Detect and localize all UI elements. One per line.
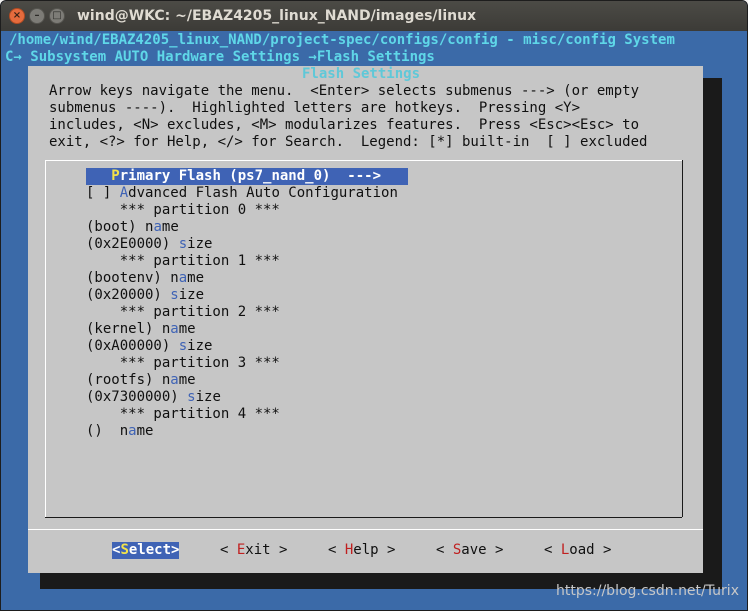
menu-item-partition-2-name[interactable]: (kernel) name: [86, 321, 196, 338]
partition-3-heading: *** partition 3 ***: [86, 355, 280, 371]
breadcrumb: C→ Subsystem AUTO Hardware Settings →Fla…: [5, 49, 435, 65]
window-titlebar: × – □ wind@WKC: ~/EBAZ4205_linux_NAND/im…: [1, 1, 747, 31]
help-text-line-3: includes, <N> excludes, <M> modularizes …: [49, 117, 640, 133]
item-hotkey: a: [178, 270, 188, 286]
help-button[interactable]: < Help >: [328, 542, 395, 559]
dialog-shadow-right: [703, 78, 722, 588]
item-label: n: [170, 270, 179, 286]
item-label: n: [119, 423, 129, 439]
item-label: dvanced Flash Auto Configuration: [128, 185, 398, 201]
item-hotkey: s: [187, 389, 196, 405]
item-value: (bootenv): [86, 270, 171, 286]
load-button[interactable]: < Load >: [544, 542, 611, 559]
listbox-border-right: [682, 160, 683, 517]
item-indent: [86, 168, 111, 184]
menu-item-partition-3-size[interactable]: (0x7300000) size: [86, 389, 221, 406]
menu-item-partition-1-name[interactable]: (bootenv) name: [86, 270, 204, 287]
item-hotkey: a: [170, 372, 179, 388]
save-button[interactable]: < Save >: [436, 542, 503, 559]
window-maximize-button[interactable]: □: [49, 8, 65, 24]
menu-listbox[interactable]: Primary Flash (ps7_nand_0) ---> [ ] Adva…: [45, 160, 683, 518]
item-label: ize: [178, 287, 205, 303]
help-text-line-4: exit, <?> for Help, </> for Search. Lege…: [49, 134, 648, 150]
config-path-header: /home/wind/EBAZ4205_linux_NAND/project-s…: [9, 32, 675, 48]
menu-item-partition-0-size[interactable]: (0x2E0000) size: [86, 236, 212, 253]
dialog-title: Flash Settings: [298, 66, 425, 83]
item-value: (rootfs): [86, 372, 162, 388]
partition-2-heading: *** partition 2 ***: [86, 304, 280, 320]
item-hotkey: a: [153, 219, 162, 235]
menu-item-partition-3-name[interactable]: (rootfs) name: [86, 372, 196, 389]
button-row-divider: [28, 529, 703, 530]
partition-1-heading: *** partition 1 ***: [86, 253, 280, 269]
item-label: rimary Flash (ps7_nand_0) --->: [119, 168, 382, 184]
menu-item-partition-4-name[interactable]: () name: [86, 423, 153, 440]
window-close-button[interactable]: ×: [9, 8, 25, 24]
partition-4-heading: *** partition 4 ***: [86, 406, 280, 422]
button-label: ave >: [461, 542, 504, 558]
listbox-border-bottom: [45, 517, 682, 518]
item-hotkey: s: [178, 236, 188, 252]
menu-item-primary-flash[interactable]: Primary Flash (ps7_nand_0) --->: [86, 168, 381, 185]
item-value: (0xA00000): [86, 338, 179, 354]
menu-item-partition-0-name[interactable]: (boot) name: [86, 219, 179, 236]
button-label: xit >: [245, 542, 288, 558]
item-value: (0x20000): [86, 287, 171, 303]
maximize-icon: □: [52, 10, 62, 21]
item-value: (0x7300000): [86, 389, 188, 405]
help-text-line-2: submenus ----). Highlighted letters are …: [49, 100, 581, 116]
menu-item-partition-2-size[interactable]: (0xA00000) size: [86, 338, 212, 355]
terminal-area[interactable]: /home/wind/EBAZ4205_linux_NAND/project-s…: [1, 31, 747, 610]
item-value: (kernel): [86, 321, 162, 337]
item-label: me: [187, 270, 205, 286]
item-value: (boot): [86, 219, 146, 235]
minimize-icon: –: [34, 10, 40, 21]
terminal-window: × – □ wind@WKC: ~/EBAZ4205_linux_NAND/im…: [0, 0, 748, 611]
menu-item-partition-1-size[interactable]: (0x20000) size: [86, 287, 204, 304]
button-bracket: <: [544, 542, 561, 558]
help-text-line-1: Arrow keys navigate the menu. <Enter> se…: [49, 83, 640, 99]
item-hotkey: P: [111, 168, 120, 184]
item-label: me: [178, 372, 196, 388]
checkbox[interactable]: [ ]: [86, 185, 120, 201]
item-hotkey: s: [178, 338, 188, 354]
item-hotkey: A: [119, 185, 129, 201]
button-bracket: <: [436, 542, 453, 558]
item-label: me: [178, 321, 196, 337]
button-label: oad >: [569, 542, 612, 558]
window-minimize-button[interactable]: –: [29, 8, 45, 24]
item-label: ize: [195, 389, 221, 405]
item-hotkey: a: [128, 423, 137, 439]
partition-0-heading: *** partition 0 ***: [86, 202, 280, 218]
button-hotkey: S: [120, 542, 129, 558]
close-icon: ×: [12, 10, 22, 21]
listbox-border-top: [45, 160, 682, 161]
exit-button[interactable]: < Exit >: [220, 542, 287, 559]
button-label: elect>: [128, 542, 180, 558]
button-bracket: <: [328, 542, 345, 558]
item-value: (): [86, 423, 120, 439]
select-button[interactable]: <Select>: [112, 542, 180, 559]
item-label: me: [136, 423, 154, 439]
item-label: ize: [187, 236, 213, 252]
item-label: me: [161, 219, 179, 235]
flash-settings-dialog: Flash Settings Arrow keys navigate the m…: [28, 66, 703, 573]
button-bracket: <: [220, 542, 237, 558]
item-hotkey: s: [170, 287, 179, 303]
menu-item-advanced-flash-auto-config[interactable]: [ ] Advanced Flash Auto Configuration: [86, 185, 398, 202]
item-hotkey: a: [170, 321, 179, 337]
item-label: ize: [187, 338, 213, 354]
watermark: https://blog.csdn.net/Turix: [556, 583, 739, 599]
button-label: elp >: [353, 542, 396, 558]
window-title: wind@WKC: ~/EBAZ4205_linux_NAND/images/l…: [77, 8, 477, 24]
item-value: (0x2E0000): [86, 236, 179, 252]
listbox-border-left: [45, 160, 46, 517]
